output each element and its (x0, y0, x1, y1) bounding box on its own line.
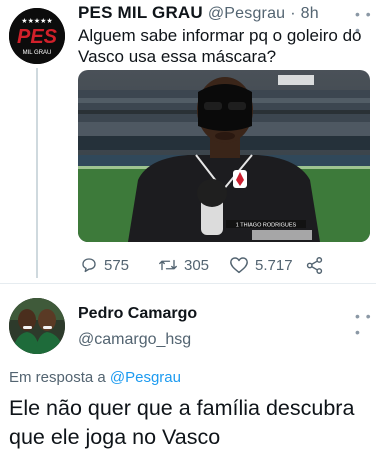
tweet-time[interactable]: 8h (301, 5, 319, 22)
time-separator: · (290, 5, 296, 22)
reply-mention-link[interactable]: @Pesgrau (110, 369, 181, 386)
svg-text:★★★★★: ★★★★★ (21, 17, 52, 25)
reply-context: Em resposta a @Pesgrau (9, 369, 181, 386)
heart-icon (230, 257, 248, 274)
reply-text: Ele não quer que a família descubra que … (9, 396, 355, 449)
avatar-photo (9, 298, 65, 354)
retweet-count: 305 (184, 256, 210, 274)
reply-author-avatar[interactable] (9, 298, 65, 354)
author-name[interactable]: PES MIL GRAU (78, 3, 203, 22)
pes-logo: ★★★★★ PES MIL GRAU (9, 8, 65, 64)
retweet-action[interactable]: 305 (158, 256, 209, 274)
media-caption: 1 THIAGO RODRIGUES (236, 223, 297, 229)
comment-icon (82, 258, 96, 273)
more-options-icon[interactable]: • • • (355, 308, 376, 340)
retweet-icon (159, 259, 177, 271)
tweet-media-image[interactable]: 1 THIAGO RODRIGUES (78, 70, 370, 242)
reply-author-handle[interactable]: @camargo_hsg (78, 331, 191, 349)
share-action[interactable] (305, 256, 330, 275)
author-handle[interactable]: @Pesgrau (208, 5, 285, 22)
share-icon (306, 257, 323, 274)
avatar-text: PES (17, 26, 58, 48)
reply-author-name[interactable]: Pedro Camargo (78, 305, 197, 323)
reply-count: 575 (104, 256, 130, 274)
reply-prefix: Em resposta a (9, 369, 106, 386)
avatar-subtext: MIL GRAU (23, 50, 52, 56)
like-count: 5.717 (255, 256, 293, 274)
goalkeeper-photo: 1 THIAGO RODRIGUES (78, 70, 370, 242)
reply-action[interactable]: 575 (80, 256, 129, 274)
thread-line (36, 68, 38, 278)
divider (0, 283, 376, 284)
like-action[interactable]: 5.717 (229, 256, 293, 274)
tweet-author-header: PES MIL GRAU @Pesgrau · 8h (78, 3, 319, 23)
tweet-text: Alguem sabe informar pq o goleiro do Vas… (78, 26, 362, 66)
author-avatar[interactable]: ★★★★★ PES MIL GRAU (9, 8, 65, 64)
